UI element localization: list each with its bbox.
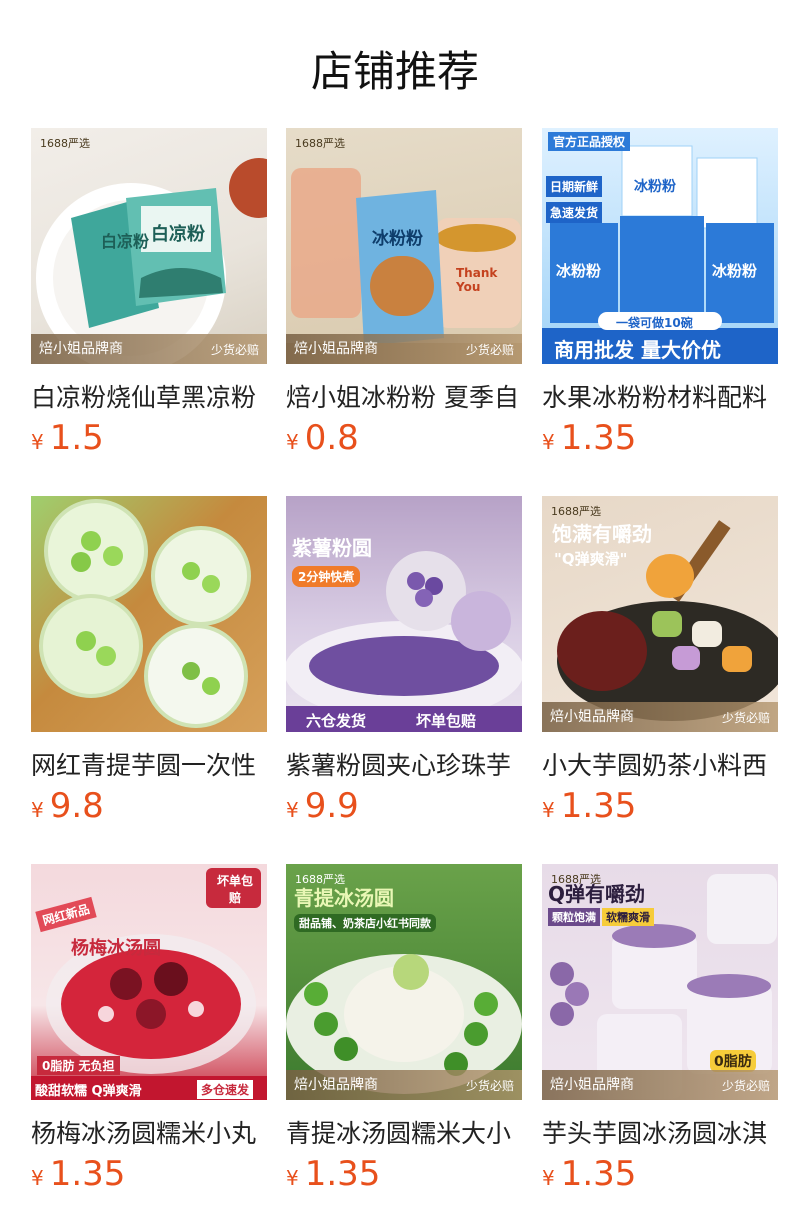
promo-label: 2分钟快煮 [292, 566, 361, 587]
currency-symbol: ¥ [286, 1166, 299, 1190]
product-illustration [39, 499, 251, 728]
product-name[interactable]: 青提冰汤圆糯米大小 [286, 1114, 522, 1150]
brand-name: 焙小姐品牌商 [294, 341, 378, 357]
product-price: ¥1.35 [542, 786, 778, 826]
product-card[interactable]: 1688严选 青提冰汤圆 甜品铺、奶茶店小红书同款 焙小姐品牌商 少货必赔 青提… [286, 864, 522, 1194]
product-card[interactable]: 紫薯粉圆 2分钟快煮 六仓发货 坏单包赔 紫薯粉圆夹心珍珠芋 ¥9.9 [286, 496, 522, 826]
product-image[interactable]: 网红新品 杨梅冰汤圆 坏单包赔 0脂肪 无负担 酸甜软糯 Q弹爽滑 多仓速发 [31, 864, 267, 1100]
brand-name: 焙小姐品牌商 [550, 709, 634, 725]
promo-label: 坏单包赔 [216, 874, 253, 905]
brand-name: 焙小姐品牌商 [39, 341, 123, 357]
product-image[interactable]: 1688严选 饱满有嚼劲 "Q弹爽滑" 焙小姐品牌商 少货必赔 [542, 496, 778, 732]
product-price: ¥1.5 [31, 418, 267, 458]
pack-label: 冰粉粉 [712, 262, 758, 280]
price-value: 1.5 [49, 418, 104, 458]
price-value: 9.9 [304, 786, 359, 826]
pack-label: 冰粉粉 [556, 262, 602, 280]
badge: 少货必赔 [721, 1079, 770, 1093]
pack-label: 白凉粉 [151, 224, 205, 245]
product-headline: 青提冰汤圆 [294, 886, 394, 910]
product-card[interactable]: 1688严选 冰粉粉 Thank You 焙小姐品牌商 少货必赔 焙小姐冰粉粉 … [286, 128, 522, 458]
product-card[interactable]: 1688严选 饱满有嚼劲 "Q弹爽滑" 焙小姐品牌商 少货必赔 小大芋圆奶茶小料… [542, 496, 778, 826]
promo-label: 坏单包赔 [416, 712, 477, 730]
product-image[interactable]: 1688严选 青提冰汤圆 甜品铺、奶茶店小红书同款 焙小姐品牌商 少货必赔 [286, 864, 522, 1100]
product-card[interactable]: 1688严选 白凉粉 白凉粉 焙小姐品牌商 少货必赔 白凉粉烧仙草黑凉粉 ¥1.… [31, 128, 267, 458]
pack-label: 白凉粉 [101, 232, 150, 251]
product-image[interactable]: 官方正品授权 日期新鲜 急速发货 冰粉粉 冰粉粉 冰粉粉 一袋可做10碗 商用批… [542, 128, 778, 364]
promo-label: 0脂肪 无负担 [37, 1056, 120, 1075]
product-card[interactable]: 网红新品 杨梅冰汤圆 坏单包赔 0脂肪 无负担 酸甜软糯 Q弹爽滑 多仓速发 杨… [31, 864, 267, 1194]
currency-symbol: ¥ [286, 798, 299, 822]
badge: 少货必赔 [465, 343, 514, 357]
currency-symbol: ¥ [542, 798, 555, 822]
currency-symbol: ¥ [542, 1166, 555, 1190]
pack-label: 冰粉粉 [634, 179, 676, 195]
currency-symbol: ¥ [286, 430, 299, 454]
product-name[interactable]: 小大芋圆奶茶小料西 [542, 746, 778, 782]
badge: 少货必赔 [210, 343, 259, 357]
page-title: 店铺推荐 [310, 47, 479, 96]
product-price: ¥0.8 [286, 418, 522, 458]
badge: 少货必赔 [465, 1079, 514, 1093]
product-price: ¥1.35 [542, 1154, 778, 1194]
brand-name: 焙小姐品牌商 [294, 1077, 378, 1093]
product-price: ¥1.35 [286, 1154, 522, 1194]
promo-label: 急速发货 [546, 202, 603, 223]
product-subheadline: "Q弹爽滑" [554, 550, 628, 568]
product-price: ¥1.35 [31, 1154, 267, 1194]
pack-label: 冰粉粉 [372, 229, 423, 249]
price-value: 1.35 [560, 418, 637, 458]
product-name[interactable]: 杨梅冰汤圆糯米小丸 [31, 1114, 267, 1150]
product-image[interactable]: 1688严选 白凉粉 白凉粉 焙小姐品牌商 少货必赔 [31, 128, 267, 364]
product-card[interactable]: 官方正品授权 日期新鲜 急速发货 冰粉粉 冰粉粉 冰粉粉 一袋可做10碗 商用批… [542, 128, 778, 458]
promo-label: 六仓发货 [306, 712, 367, 730]
price-value: 1.35 [560, 1154, 637, 1194]
promo-label: 甜品铺、奶茶店小红书同款 [294, 914, 436, 932]
product-image[interactable]: 1688严选 冰粉粉 Thank You 焙小姐品牌商 少货必赔 [286, 128, 522, 364]
promo-label: 日期新鲜 [546, 176, 603, 197]
price-value: 9.8 [49, 786, 104, 826]
tag-label: 官方正品授权 [548, 132, 631, 151]
badge: 少货必赔 [721, 711, 770, 725]
tag-label: 1688严选 [40, 137, 90, 150]
promo-label: 一袋可做10碗 [616, 316, 693, 330]
price-value: 0.8 [304, 418, 359, 458]
product-headline: 紫薯粉圆 [292, 536, 372, 560]
promo-label: 软糯爽滑 [602, 908, 654, 926]
product-name[interactable]: 网红青提芋圆一次性 [31, 746, 267, 782]
product-name[interactable]: 紫薯粉圆夹心珍珠芋 [286, 746, 522, 782]
currency-symbol: ¥ [31, 430, 44, 454]
product-name[interactable]: 芋头芋圆冰汤圆冰淇 [542, 1114, 778, 1150]
promo-label: 多仓速发 [197, 1080, 254, 1099]
product-image[interactable] [31, 496, 267, 732]
product-price: ¥9.9 [286, 786, 522, 826]
product-price: ¥9.8 [31, 786, 267, 826]
product-image[interactable]: 1688严选 Q弹有嚼劲 颗粒饱满 软糯爽滑 0脂肪 焙小姐品牌商 少货必赔 [542, 864, 778, 1100]
price-value: 1.35 [304, 1154, 381, 1194]
product-headline: 杨梅冰汤圆 [71, 938, 161, 959]
currency-symbol: ¥ [31, 1166, 44, 1190]
product-image[interactable]: 紫薯粉圆 2分钟快煮 六仓发货 坏单包赔 [286, 496, 522, 732]
product-name[interactable]: 水果冰粉粉材料配料 [542, 378, 778, 414]
product-card[interactable]: 1688严选 Q弹有嚼劲 颗粒饱满 软糯爽滑 0脂肪 焙小姐品牌商 少货必赔 芋… [542, 864, 778, 1194]
tag-label: 1688严选 [295, 137, 345, 150]
cup-text: Thank You [456, 266, 498, 294]
promo-label: 0脂肪 [710, 1050, 756, 1072]
currency-symbol: ¥ [542, 430, 555, 454]
product-price: ¥1.35 [542, 418, 778, 458]
promo-banner: 商用批发 量大价优 [554, 338, 721, 362]
product-headline: 饱满有嚼劲 [552, 522, 652, 546]
product-name[interactable]: 白凉粉烧仙草黑凉粉 [31, 378, 267, 414]
price-value: 1.35 [560, 786, 637, 826]
currency-symbol: ¥ [31, 798, 44, 822]
product-card[interactable]: 网红青提芋圆一次性 ¥9.8 [31, 496, 267, 826]
promo-banner: 酸甜软糯 Q弹爽滑 [35, 1084, 142, 1099]
product-name[interactable]: 焙小姐冰粉粉 夏季自 [286, 378, 522, 414]
brand-name: 焙小姐品牌商 [550, 1077, 634, 1093]
promo-label: 颗粒饱满 [548, 908, 600, 926]
product-headline: Q弹有嚼劲 [548, 882, 646, 906]
price-value: 1.35 [49, 1154, 126, 1194]
